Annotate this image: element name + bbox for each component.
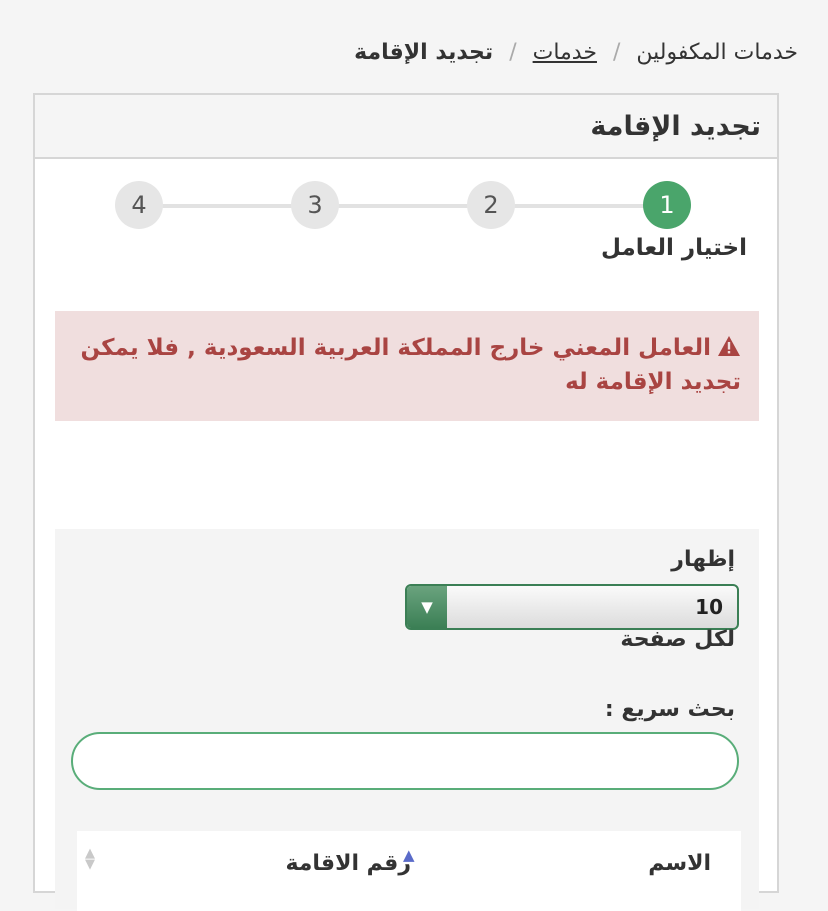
error-alert: العامل المعني خارج المملكة العربية السعو…: [55, 311, 759, 421]
table-header: الاسم ▲ رقم الاقامة ▲ ▼: [77, 831, 741, 911]
chevron-down-icon[interactable]: ▼: [407, 586, 447, 628]
breadcrumb: خدمات المكفولين / خدمات / تجديد الإقامة: [354, 40, 798, 65]
renewal-panel: تجديد الإقامة 1 2 3 4 اختيار العامل العا…: [33, 93, 779, 911]
step-2[interactable]: 2: [467, 181, 515, 229]
stepper-line: [145, 204, 671, 208]
table-filters: إظهار ▼ 10 لكل صفحة بحث سريع : الاسم ▲ ر…: [55, 529, 759, 911]
column-header-residence-number[interactable]: رقم الاقامة: [285, 851, 411, 876]
breadcrumb-separator: /: [509, 40, 517, 65]
step-3[interactable]: 3: [291, 181, 339, 229]
column-header-name[interactable]: الاسم: [648, 851, 711, 876]
stepper: 1 2 3 4: [35, 181, 777, 231]
step-1[interactable]: 1: [643, 181, 691, 229]
per-page-label: لكل صفحة: [620, 627, 735, 652]
show-label: إظهار: [671, 547, 735, 572]
breadcrumb-separator: /: [612, 40, 621, 65]
alert-message: العامل المعني خارج المملكة العربية السعو…: [80, 335, 741, 395]
search-label: بحث سريع :: [604, 697, 735, 722]
panel-title: تجديد الإقامة: [35, 95, 777, 159]
breadcrumb-services-link[interactable]: خدمات: [533, 40, 597, 65]
step-4[interactable]: 4: [115, 181, 163, 229]
page-size-select[interactable]: ▼ 10: [405, 584, 739, 630]
page-size-value: 10: [695, 595, 723, 619]
breadcrumb-root[interactable]: خدمات المكفولين: [636, 40, 798, 65]
warning-icon: [718, 336, 740, 356]
search-input[interactable]: [71, 732, 739, 790]
step-active-label: اختيار العامل: [600, 235, 747, 261]
breadcrumb-current: تجديد الإقامة: [354, 40, 494, 65]
sort-icon[interactable]: ▲ ▼: [85, 847, 95, 871]
